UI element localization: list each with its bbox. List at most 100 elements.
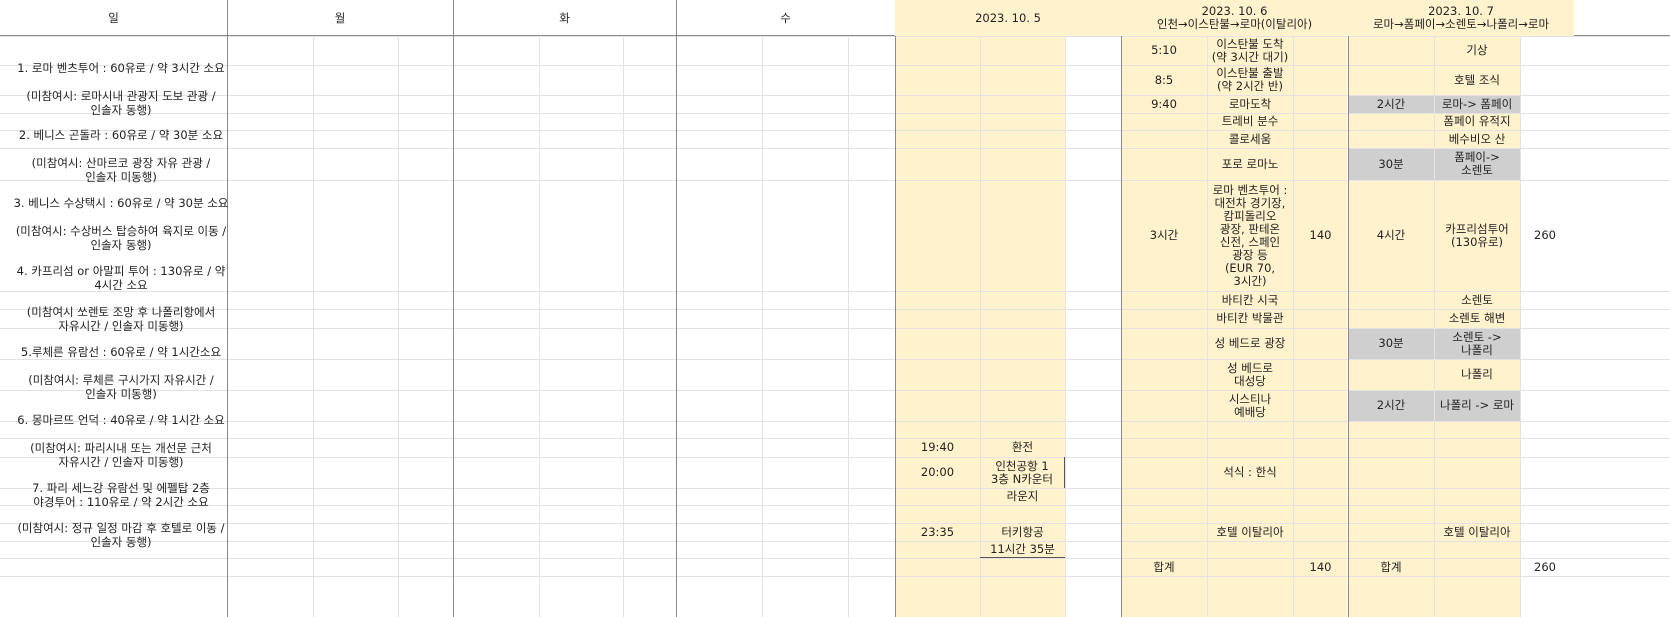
thu-item[interactable]: 11시간 35분: [980, 541, 1065, 558]
thu-item[interactable]: 라운지: [980, 488, 1065, 505]
note-line: (미참여시: 산마르코 광장 자유 관광 /: [31, 156, 211, 170]
item-text: 베수비오 산: [1448, 131, 1506, 146]
item-text: 광장 등: [1232, 247, 1268, 262]
fri-item[interactable]: 바티칸 시국: [1207, 291, 1293, 309]
time-text: 9:40: [1151, 96, 1177, 111]
fri-item[interactable]: 포로 로마노: [1207, 148, 1293, 180]
fri-item[interactable]: 성 베드로 광장: [1207, 328, 1293, 359]
sat-time[interactable]: 30분: [1348, 328, 1434, 359]
note-3[interactable]: 3. 베니스 수상택시 : 60유로 / 약 30분 소요: [2, 196, 240, 210]
header-thursday[interactable]: 2023. 10. 5: [895, 0, 1121, 36]
note-7-alt[interactable]: (미참여시: 정규 일정 마감 후 호텔로 이동 / 인솔자 동행): [2, 521, 240, 549]
sat-item[interactable]: 나폴리 -> 로마: [1434, 390, 1520, 421]
fri-item[interactable]: 바티칸 박물관: [1207, 309, 1293, 328]
note-line: 7. 파리 세느강 유람선 및 에펠탑 2층: [32, 481, 210, 495]
row-gridline: [0, 359, 1670, 360]
sat-time[interactable]: 2시간: [1348, 390, 1434, 421]
sat-item[interactable]: 나폴리: [1434, 359, 1520, 390]
sat-total-value[interactable]: 260: [1520, 558, 1570, 576]
item-text: 바티칸 시국: [1221, 292, 1279, 307]
sat-total-label[interactable]: 합계: [1348, 558, 1434, 576]
note-line: 자유시간 / 인솔자 미동행): [58, 319, 184, 333]
fri-cost[interactable]: 140: [1293, 180, 1348, 291]
thu-item[interactable]: 터키항공: [980, 523, 1065, 541]
sat-time[interactable]: 4시간: [1348, 180, 1434, 291]
note-2-alt[interactable]: (미참여시: 산마르코 광장 자유 관광 / 인솔자 미동행): [2, 156, 240, 184]
fri-time[interactable]: 3시간: [1121, 180, 1207, 291]
sat-item[interactable]: 호텔 이탈리아: [1434, 523, 1520, 541]
item-text: 터키항공: [1001, 524, 1044, 539]
fri-item[interactable]: 콜로세움: [1207, 130, 1293, 148]
header-monday[interactable]: 월: [227, 0, 453, 36]
header-sunday[interactable]: 일: [0, 0, 227, 36]
header-row: 일 월 화 수 2023. 10. 5 2023. 10. 6 인천→이스탄불→…: [0, 0, 1670, 36]
item-text: 소렌토 ->: [1452, 329, 1502, 344]
header-thursday-date: 2023. 10. 5: [975, 10, 1041, 25]
note-7[interactable]: 7. 파리 세느강 유람선 및 에펠탑 2층 야경투어 : 110유로 / 약 2…: [2, 481, 240, 509]
sat-item[interactable]: 카프리섬투어 (130유로): [1434, 180, 1520, 291]
note-3-alt[interactable]: (미참여시: 수상버스 탑승하여 육지로 이동 / 인솔자 동행): [2, 224, 240, 252]
note-4[interactable]: 4. 카프리섬 or 아말피 투어 : 130유로 / 약 4시간 소요: [2, 264, 240, 292]
note-5[interactable]: 5.루체른 유람선 : 60유로 / 약 1시간소요: [2, 345, 240, 359]
sat-item[interactable]: 기상: [1434, 36, 1520, 65]
fri-item[interactable]: 이스탄불 도착 (약 3시간 대기): [1207, 36, 1293, 65]
column-gridline: [1065, 36, 1066, 617]
fri-total-value[interactable]: 140: [1293, 558, 1348, 576]
item-text: (약 3시간 대기): [1211, 49, 1289, 64]
thu-time[interactable]: 20:00: [895, 457, 980, 488]
sat-time[interactable]: 2시간: [1348, 95, 1434, 113]
column-gridline: [1293, 36, 1294, 617]
fri-item[interactable]: 로마도착: [1207, 95, 1293, 113]
note-line: 3. 베니스 수상택시 : 60유로 / 약 30분 소요: [13, 196, 229, 210]
thu-time[interactable]: 19:40: [895, 438, 980, 457]
sat-time[interactable]: 30분: [1348, 148, 1434, 180]
time-text: 19:40: [920, 440, 955, 454]
note-2[interactable]: 2. 베니스 곤돌라 : 60유로 / 약 30분 소요: [2, 128, 240, 142]
thu-item[interactable]: 환전: [980, 438, 1065, 457]
fri-item[interactable]: 이스탄불 출발 (약 2시간 반): [1207, 65, 1293, 95]
header-wednesday-label: 수: [780, 10, 791, 25]
note-line: 2. 베니스 곤돌라 : 60유로 / 약 30분 소요: [18, 128, 224, 142]
item-text: 이스탄불 도착: [1216, 36, 1284, 51]
fri-item[interactable]: 호텔 이탈리아: [1207, 523, 1293, 541]
column-gridline: [848, 36, 849, 617]
fri-item[interactable]: 시스티나 예배당: [1207, 390, 1293, 421]
note-6-alt[interactable]: (미참여시: 파리시내 또는 개선문 근처 자유시간 / 인솔자 미동행): [2, 441, 240, 469]
sat-item[interactable]: 소렌토 -> 나폴리: [1434, 328, 1520, 359]
time-text: 2시간: [1376, 398, 1406, 412]
row-gridline: [0, 438, 1670, 439]
header-tuesday[interactable]: 화: [453, 0, 676, 36]
thu-time[interactable]: 23:35: [895, 523, 980, 541]
sat-item[interactable]: 폼페이 유적지: [1434, 113, 1520, 130]
fri-time[interactable]: 5:10: [1121, 36, 1207, 65]
time-text: 30분: [1378, 336, 1404, 350]
sat-item[interactable]: 소렌토: [1434, 291, 1520, 309]
fri-item[interactable]: 성 베드로 대성당: [1207, 359, 1293, 390]
item-text: 환전: [1011, 440, 1034, 454]
note-4-alt[interactable]: (미참여시 쏘렌토 조망 후 나폴리항에서 자유시간 / 인솔자 미동행): [2, 305, 240, 333]
sat-item[interactable]: 폼페이-> 소렌토: [1434, 148, 1520, 180]
note-1[interactable]: 1. 로마 벤츠투어 : 60유로 / 약 3시간 소요: [2, 61, 240, 75]
note-5-alt[interactable]: (미참여시: 루체른 구시가지 자유시간 / 인솔자 미동행): [2, 373, 240, 401]
header-wednesday[interactable]: 수: [676, 0, 895, 36]
sat-item[interactable]: 베수비오 산: [1434, 130, 1520, 148]
header-saturday[interactable]: 2023. 10. 7 로마→폼페이→소렌토→나폴리→로마: [1348, 0, 1574, 36]
note-1-alt[interactable]: (미참여시: 로마시내 관광지 도보 관광 / 인솔자 동행): [2, 89, 240, 117]
thu-item[interactable]: 인천공항 1 3층 N카운터: [980, 457, 1065, 488]
item-text: 호텔 이탈리아: [1443, 524, 1511, 539]
sat-item[interactable]: 로마-> 폼페이: [1434, 95, 1520, 113]
fri-time[interactable]: 8:5: [1121, 65, 1207, 95]
note-6[interactable]: 6. 몽마르뜨 언덕 : 40유로 / 약 1시간 소요: [2, 413, 240, 427]
fri-item[interactable]: 석식 : 한식: [1207, 457, 1293, 488]
note-line: 6. 몽마르뜨 언덕 : 40유로 / 약 1시간 소요: [17, 413, 225, 427]
sat-item[interactable]: 호텔 조식: [1434, 65, 1520, 95]
item-text: 라운지: [1006, 489, 1039, 503]
header-friday[interactable]: 2023. 10. 6 인천→이스탄불→로마(이탈리아): [1121, 0, 1348, 36]
fri-time[interactable]: 9:40: [1121, 95, 1207, 113]
row-gridline: [0, 457, 1670, 458]
sat-item[interactable]: 소렌토 해변: [1434, 309, 1520, 328]
fri-item[interactable]: 트레비 분수: [1207, 113, 1293, 130]
sat-cost[interactable]: 260: [1520, 180, 1570, 291]
fri-item[interactable]: 로마 벤츠투어 : 대전차 경기장, 캄피돌리오 광장, 판테온 신전, 스페인…: [1207, 180, 1293, 291]
fri-total-label[interactable]: 합계: [1121, 558, 1207, 576]
